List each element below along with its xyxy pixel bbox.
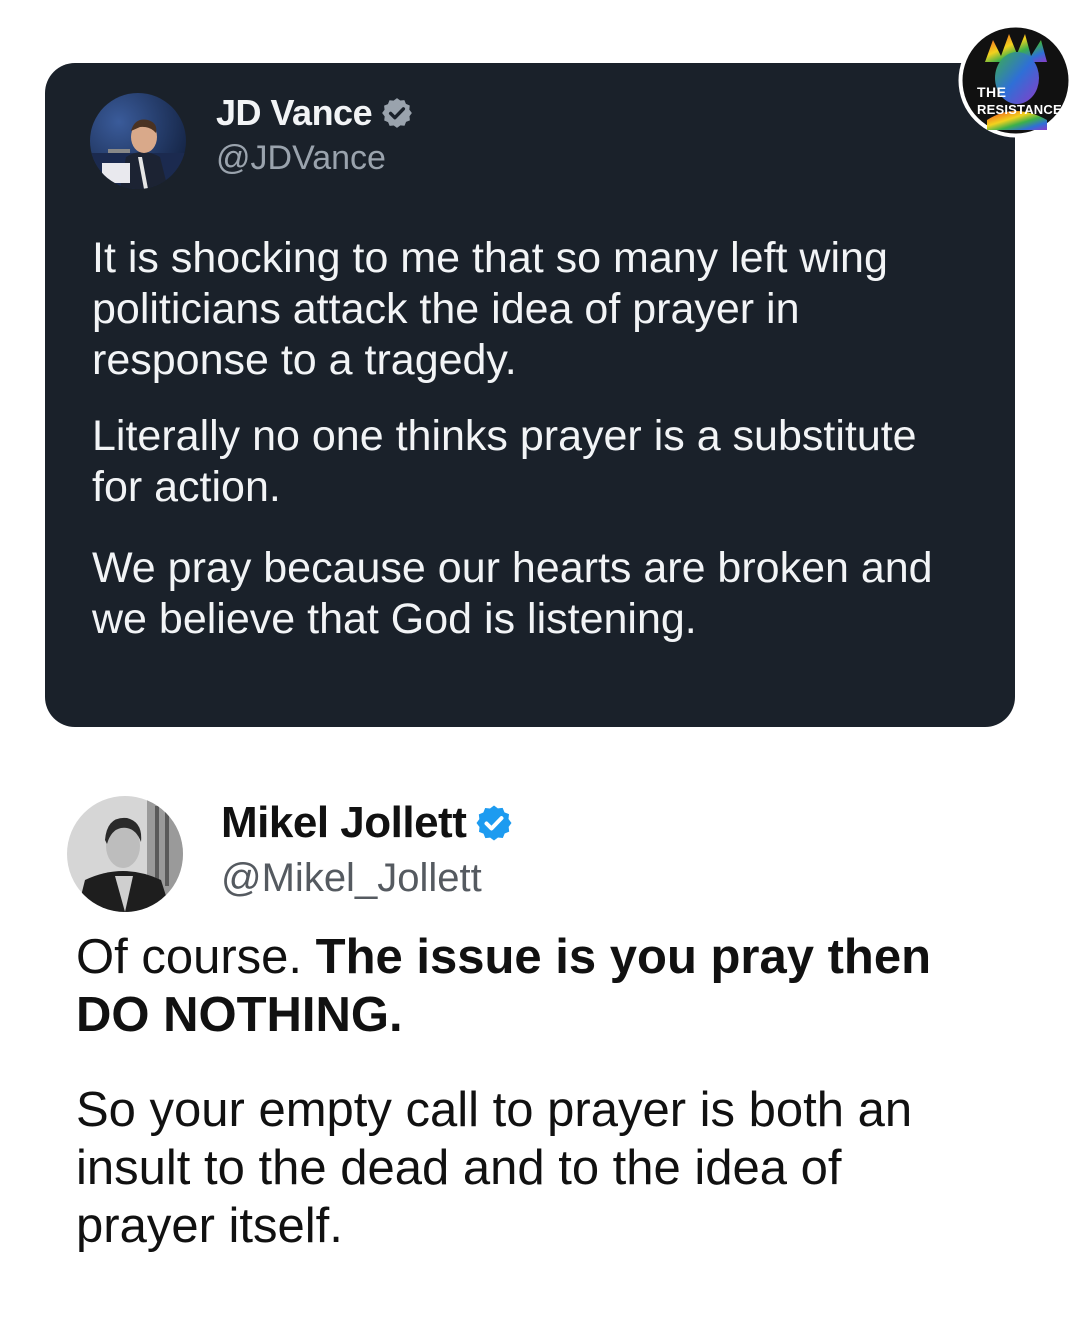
author-handle[interactable]: @JDVance — [216, 139, 386, 178]
reply-author-name-text: Mikel Jollett — [221, 798, 467, 847]
verified-badge-icon — [476, 805, 512, 841]
tweet-paragraph-3: We pray because our hearts are broken an… — [92, 544, 933, 643]
avatar-mikel-jollett[interactable] — [67, 796, 183, 912]
reply-paragraph-1-plain: Of course. — [76, 930, 316, 984]
avatar-jd-vance[interactable] — [90, 93, 186, 189]
tweet-paragraph-2: Literally no one thinks prayer is a subs… — [92, 412, 917, 511]
author-name-text: JD Vance — [216, 92, 373, 133]
verified-badge-icon — [382, 98, 412, 128]
logo-text: THE RESISTANCE — [977, 84, 1062, 118]
reply-paragraph-1: Of course. The issue is you pray then DO… — [76, 928, 976, 1044]
statue-of-liberty-icon — [958, 23, 1073, 138]
reply-author-name[interactable]: Mikel Jollett — [221, 798, 514, 848]
logo-text-line1: THE — [977, 84, 1007, 100]
profile-photo-icon — [90, 93, 186, 189]
tweet-paragraph-1: It is shocking to me that so many left w… — [92, 234, 888, 384]
logo-text-line2: RESISTANCE — [977, 102, 1062, 117]
author-name[interactable]: JD Vance — [216, 92, 414, 134]
reply-paragraph-2: So your empty call to prayer is both an … — [76, 1083, 913, 1253]
the-resistance-logo: THE RESISTANCE — [957, 22, 1074, 139]
profile-photo-icon — [67, 796, 183, 912]
reply-author-handle[interactable]: @Mikel_Jollett — [221, 856, 482, 901]
quoted-tweet-card[interactable]: JD Vance @JDVance It is shocking to me t… — [45, 63, 1015, 727]
